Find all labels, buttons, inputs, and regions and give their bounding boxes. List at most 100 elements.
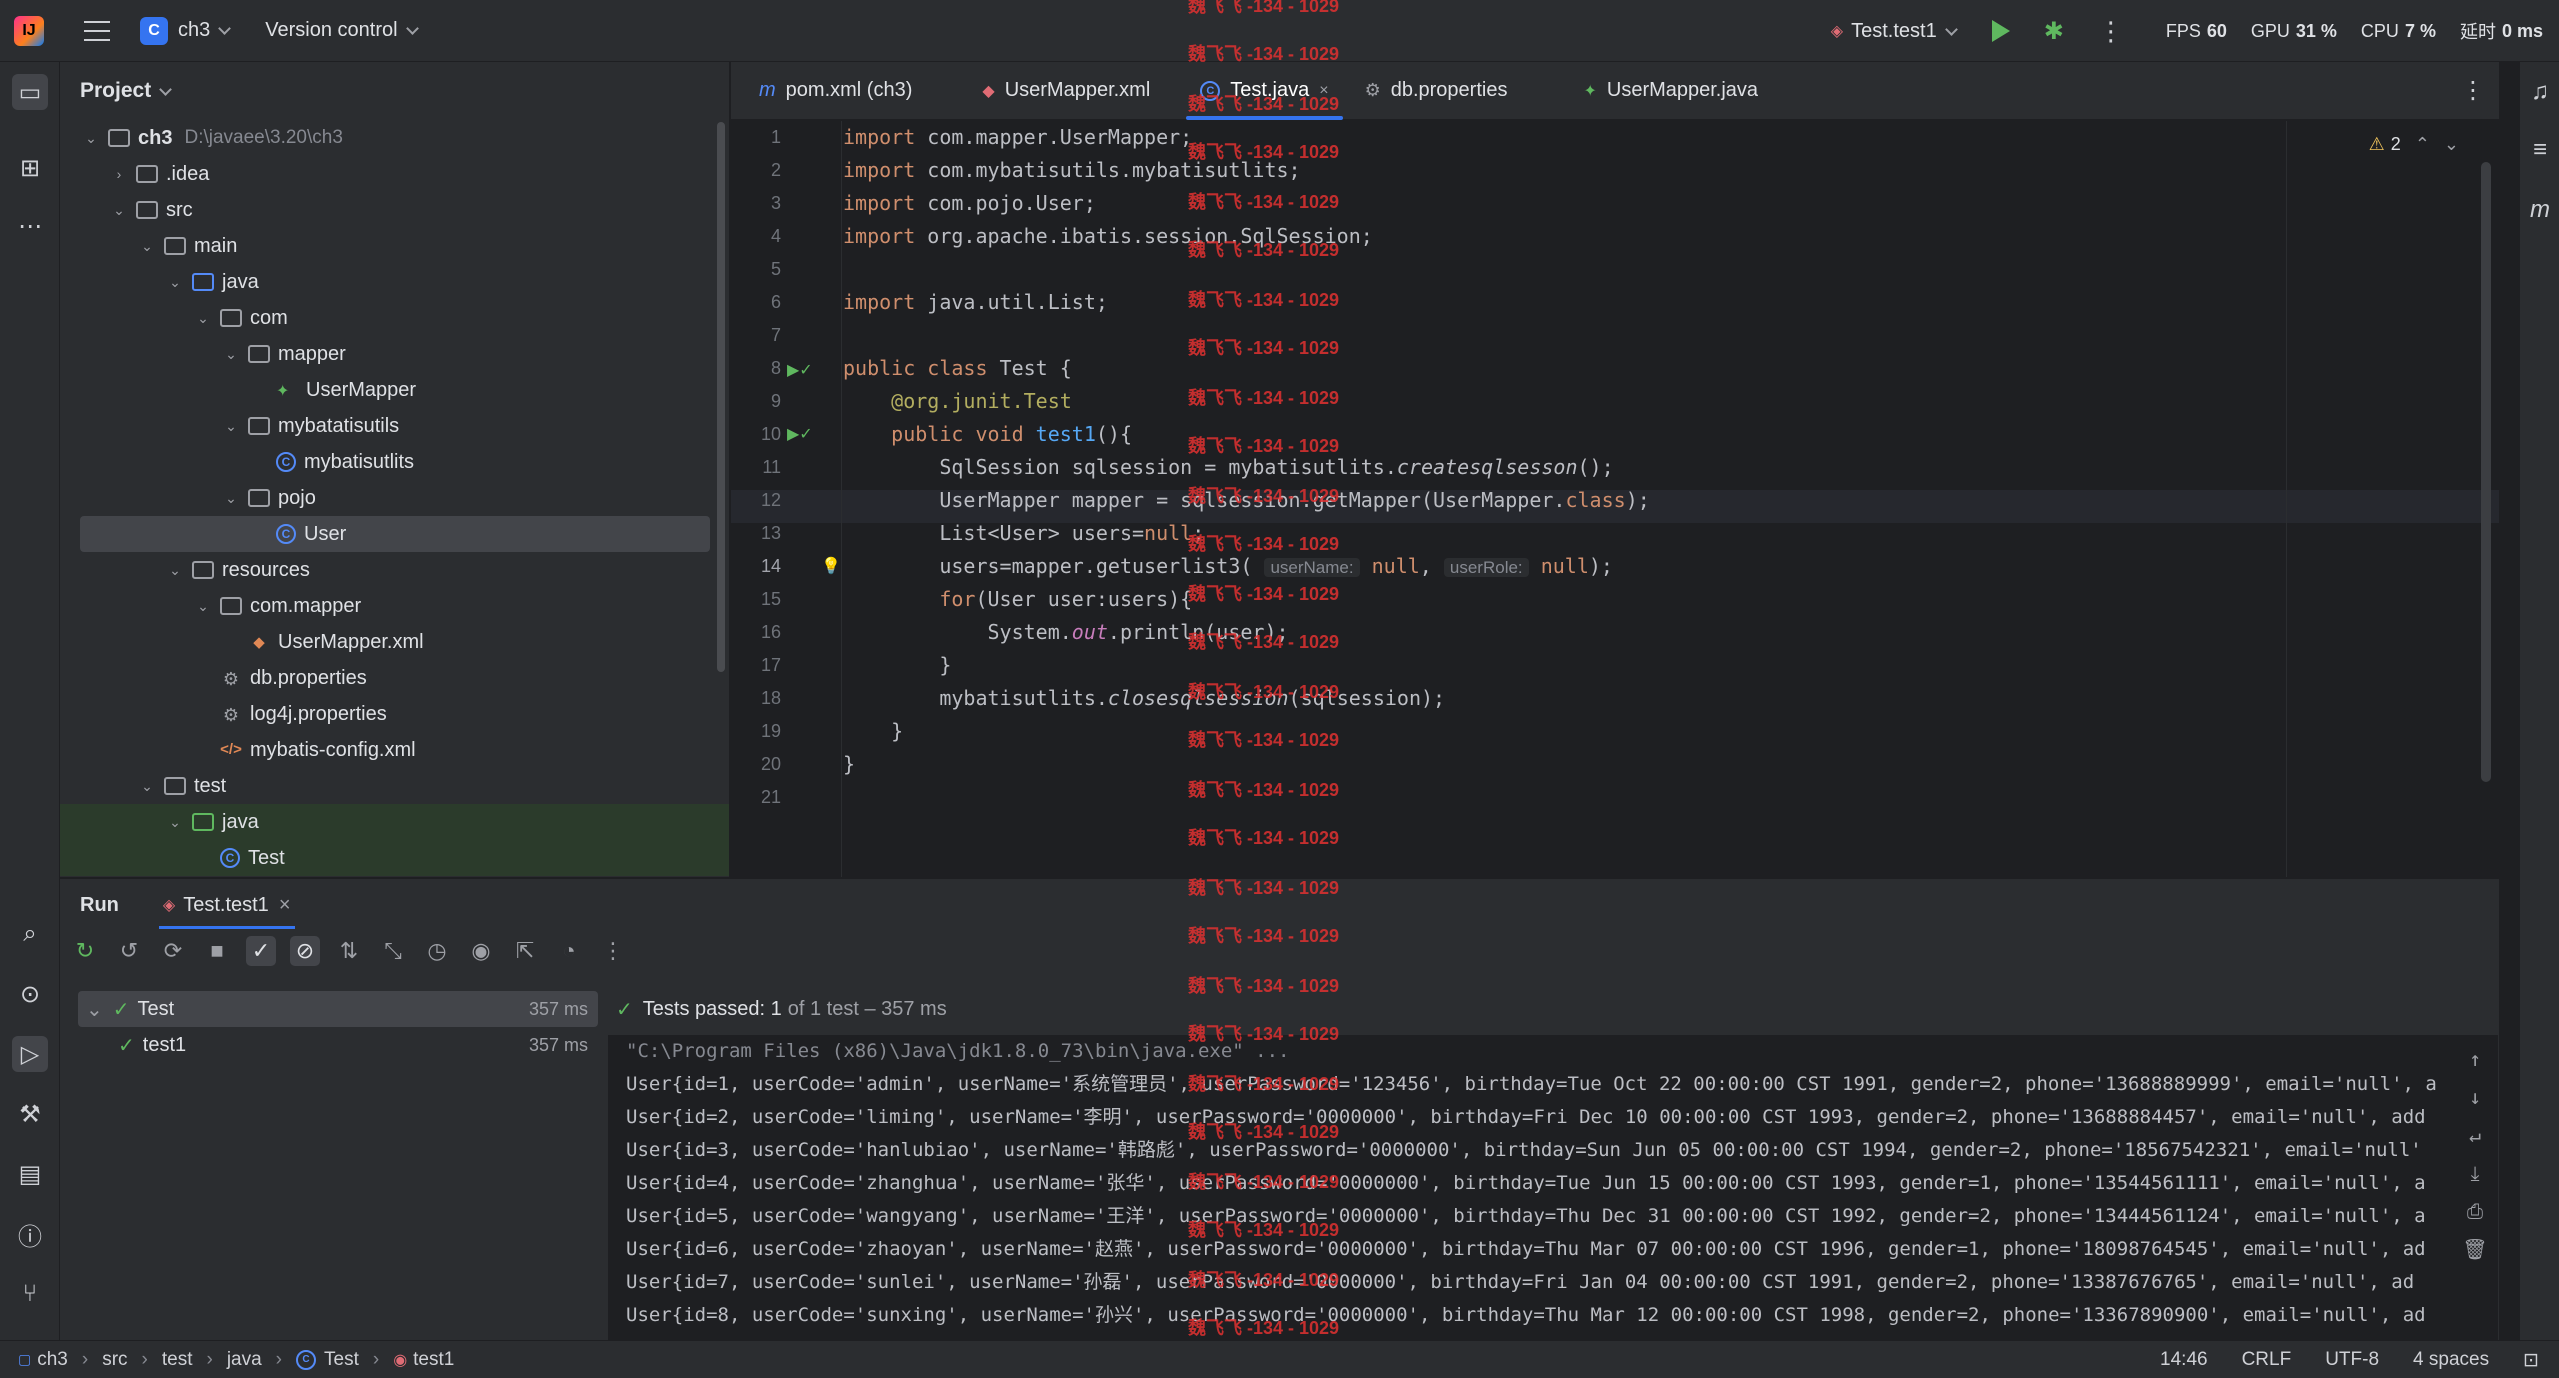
vcs-menu[interactable]: Version control [265, 19, 397, 42]
tree-row-selected[interactable]: C User [80, 516, 710, 552]
run-test-gutter-icon[interactable]: ▶✓ [787, 360, 813, 382]
test-row-suite[interactable]: ⌄ ✓ Test 357 ms [78, 991, 598, 1027]
caret-position[interactable]: 14:46 [2160, 1349, 2208, 1371]
close-icon[interactable]: × [1319, 82, 1328, 100]
services-icon[interactable]: ⊙ [12, 976, 48, 1012]
toggle-auto-test-icon[interactable]: ⟳ [158, 936, 188, 966]
project-panel-header[interactable]: Project [60, 62, 729, 120]
tree-row[interactable]: ⌄ pojo [60, 480, 720, 516]
tab-db-properties[interactable]: ⚙ db.properties [1347, 62, 1526, 120]
breadcrumb-item[interactable]: ch3 [37, 1349, 68, 1371]
export-icon[interactable]: ⇱ [510, 936, 540, 966]
project-folder-icon[interactable]: ▭ [12, 74, 48, 110]
chevron-down-icon[interactable] [405, 22, 419, 35]
test-row-method[interactable]: ✓ test1 357 ms [78, 1027, 598, 1063]
more-actions-icon[interactable]: ⋮ [2098, 16, 2124, 47]
search-icon[interactable]: ⌕ [12, 916, 48, 952]
tree-row-root[interactable]: ⌄ ch3 D:\javaee\3.20\ch3 [60, 120, 720, 156]
chevron-down-icon[interactable]: ⌄ [86, 997, 103, 1022]
tree-row[interactable]: ⚙ log4j.properties [60, 696, 720, 732]
build-hammer-icon[interactable]: ⚒ [12, 1096, 48, 1132]
tree-row[interactable]: </> mybatis-config.xml [60, 732, 720, 768]
tree-row[interactable]: ⌄ src [60, 192, 720, 228]
chevron-down-icon[interactable]: ⌄ [224, 346, 238, 363]
console-output[interactable]: "C:\Program Files (x86)\Java\jdk1.8.0_73… [608, 1035, 2498, 1341]
inspection-widget[interactable]: ⚠ 2 ⌃ ⌄ [2369, 134, 2459, 155]
run-config-selector[interactable]: ◈ Test.test1 [1831, 20, 1958, 43]
tree-row[interactable]: ✦ UserMapper [60, 372, 720, 408]
breadcrumb-item[interactable]: test [162, 1349, 193, 1371]
breadcrumb-item[interactable]: test1 [413, 1349, 454, 1371]
tab-usermapper-java[interactable]: ✦ UserMapper.java [1565, 62, 1776, 120]
run-button[interactable] [1991, 20, 2010, 42]
scroll-to-end-icon[interactable]: ⤓ [2471, 1161, 2480, 1185]
chevron-down-icon[interactable] [159, 82, 173, 96]
code-area[interactable]: import com.mapper.UserMapper; import com… [843, 121, 2493, 877]
tree-row[interactable]: ⌄ resources [60, 552, 720, 588]
rerun-failed-icon[interactable]: ↺ [114, 936, 144, 966]
run-tool-icon[interactable]: ▷ [12, 1036, 48, 1072]
soft-wrap-icon[interactable]: ↵ [2469, 1123, 2481, 1147]
tab-test-java[interactable]: C Test.java × [1182, 62, 1346, 120]
camera-icon[interactable]: ◉ [466, 936, 496, 966]
chevron-down-icon[interactable]: ⌄ [168, 274, 182, 291]
indent-setting[interactable]: 4 spaces [2413, 1349, 2489, 1371]
more-actions-icon[interactable]: ⋮ [598, 936, 628, 966]
tree-row[interactable]: ⌄ com.mapper [60, 588, 720, 624]
more-tools-icon[interactable]: ⋯ [12, 208, 48, 244]
collapse-icon[interactable]: ⤡ [378, 936, 408, 966]
chevron-down-icon[interactable]: ⌄ [196, 310, 210, 327]
chevron-down-icon[interactable]: ⌄ [84, 130, 98, 147]
tree-row[interactable]: C mybatisutlits [60, 444, 720, 480]
rerun-icon[interactable]: ↻ [70, 936, 100, 966]
chevron-down-icon[interactable]: ⌄ [112, 202, 126, 219]
sort-icon[interactable]: ⇅ [334, 936, 364, 966]
tree-row[interactable]: ⌄ mybatatisutils [60, 408, 720, 444]
project-badge[interactable]: C [140, 16, 168, 45]
chevron-down-icon[interactable]: ⌄ [140, 238, 154, 255]
notifications-bell-icon[interactable]: ♫ [2522, 74, 2558, 110]
chevron-down-icon[interactable]: ⌄ [168, 562, 182, 579]
lock-icon[interactable]: ⊡ [2523, 1349, 2539, 1372]
tree-row[interactable]: ⌄ test [60, 768, 720, 804]
file-encoding[interactable]: UTF-8 [2325, 1349, 2379, 1371]
chevron-down-icon[interactable] [218, 22, 232, 35]
tree-row[interactable]: › .idea [60, 156, 720, 192]
trash-icon[interactable]: 🗑 [2462, 1237, 2487, 1261]
problems-icon[interactable]: ⓘ [12, 1216, 48, 1252]
chevron-down-icon[interactable]: ⌄ [224, 490, 238, 507]
tree-row[interactable]: ⌄ java [60, 804, 729, 840]
tab-pom-xml[interactable]: m pom.xml (ch3) [741, 62, 930, 120]
tree-row[interactable]: ⚙ db.properties [60, 660, 720, 696]
chevron-up-icon[interactable]: ⌃ [2415, 134, 2430, 155]
breadcrumb-item[interactable]: java [227, 1349, 262, 1371]
intellij-logo-icon[interactable]: IJ [14, 15, 44, 46]
tree-row[interactable]: ⌄ mapper [60, 336, 720, 372]
more-tabs-icon[interactable]: ⋮ [2461, 76, 2485, 105]
show-ignored-icon[interactable]: ⊘ [290, 936, 320, 966]
project-scrollbar[interactable] [717, 122, 725, 672]
tree-row[interactable]: ⌄ main [60, 228, 720, 264]
editor-scrollbar[interactable] [2481, 162, 2491, 782]
chevron-down-icon[interactable]: ⌄ [140, 778, 154, 795]
chevron-down-icon[interactable]: ⌄ [2444, 134, 2459, 155]
main-menu-icon[interactable] [84, 20, 110, 41]
breadcrumb-item[interactable]: src [102, 1349, 127, 1371]
database-icon[interactable]: ≡ [2522, 132, 2558, 168]
git-branch-icon[interactable]: ⑂ [12, 1276, 48, 1312]
debug-bug-icon[interactable]: ✱ [2044, 17, 2064, 46]
run-tab[interactable]: ◈ Test.test1 × [158, 879, 295, 931]
coverage-icon[interactable]: ◔ [554, 936, 584, 966]
chevron-right-icon[interactable]: › [112, 166, 126, 182]
stop-icon[interactable]: ■ [202, 936, 232, 966]
chevron-down-icon[interactable]: ⌄ [196, 598, 210, 615]
history-clock-icon[interactable]: ◷ [422, 936, 452, 966]
show-passed-icon[interactable]: ✓ [246, 936, 276, 966]
close-icon[interactable]: × [279, 894, 291, 917]
tree-row[interactable]: ⌄ com [60, 300, 720, 336]
line-separator[interactable]: CRLF [2242, 1349, 2292, 1371]
arrow-up-icon[interactable]: ↑ [2469, 1047, 2481, 1071]
chevron-down-icon[interactable]: ⌄ [168, 814, 182, 831]
chevron-down-icon[interactable]: ⌄ [224, 418, 238, 435]
arrow-down-icon[interactable]: ↓ [2469, 1085, 2481, 1109]
